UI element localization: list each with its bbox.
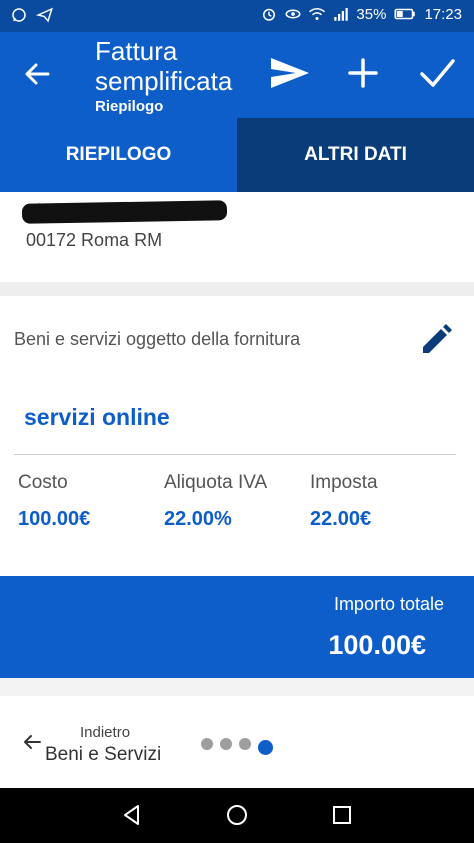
back-hint[interactable]: Indietro [80,724,130,741]
address-section: via Virginio scarpelli 00172 Roma RM [0,192,474,282]
total-label: Importo totale [333,594,444,614]
cost-label: Costo [18,472,68,493]
alarm-icon [263,8,276,21]
tab-bar: RIEPILOGO ALTRI DATI [0,118,474,192]
redacted-street-text: via Virginio scarpelli [28,200,187,220]
page-title: Fattura semplificata [95,36,233,96]
page-subtitle: Riepilogo [95,98,164,115]
whatsapp-icon [12,8,26,22]
vat-rate-value: 22.00% [164,508,232,530]
status-bar: 35% 17:23 [0,0,474,32]
page-dot [201,738,213,750]
clock: 17:23 [424,5,462,23]
footer-navigation: Indietro Beni e Servizi [0,696,474,788]
back-arrow-icon[interactable] [20,730,44,754]
page-dot [239,738,251,750]
home-circle-icon[interactable] [225,803,249,827]
back-button[interactable]: Beni e Servizi [45,744,161,766]
cost-column: Costo 100.00€ [18,472,90,531]
vat-rate-label: Aliquota IVA [164,472,268,493]
total-value: 100.00€ [328,630,426,660]
system-navigation-bar [0,788,474,843]
app-bar: Fattura semplificata Riepilogo [0,32,474,118]
signal-icon [334,8,349,21]
supply-item-name: servizi online [24,404,170,430]
section-divider [0,282,474,296]
plus-icon[interactable] [340,50,386,96]
system-indicators: 35% 17:23 [260,5,462,23]
vat-rate-column: Aliquota IVA 22.00% [164,472,267,531]
battery-icon [394,8,416,20]
eye-icon [285,9,301,19]
battery-percent: 35% [356,5,387,23]
supply-card: Beni e servizi oggetto della fornitura s… [0,296,474,576]
recents-square-icon[interactable] [330,803,354,827]
divider [14,454,456,455]
page-dot-active [258,740,273,755]
tax-value: 22.00€ [310,508,372,530]
check-icon[interactable] [414,50,460,96]
edit-pencil-icon[interactable] [418,322,454,358]
back-triangle-icon[interactable] [120,803,144,827]
total-section: Importo totale 100.00€ [0,576,474,678]
wifi-icon [309,8,326,20]
send-icon[interactable] [266,50,312,96]
section-divider [0,678,474,696]
telegram-icon [36,7,53,23]
back-arrow-icon[interactable] [18,54,58,94]
notification-icons [10,6,54,24]
address-city: 00172 Roma RM [26,230,163,250]
page-dot [220,738,232,750]
cost-value: 100.00€ [18,508,91,530]
tab-altri-dati[interactable]: ALTRI DATI [237,118,474,192]
supply-label: Beni e servizi oggetto della fornitura [14,329,301,349]
tax-column: Imposta 22.00€ [310,472,378,531]
tab-riepilogo[interactable]: RIEPILOGO [0,118,237,192]
tax-label: Imposta [310,472,378,493]
